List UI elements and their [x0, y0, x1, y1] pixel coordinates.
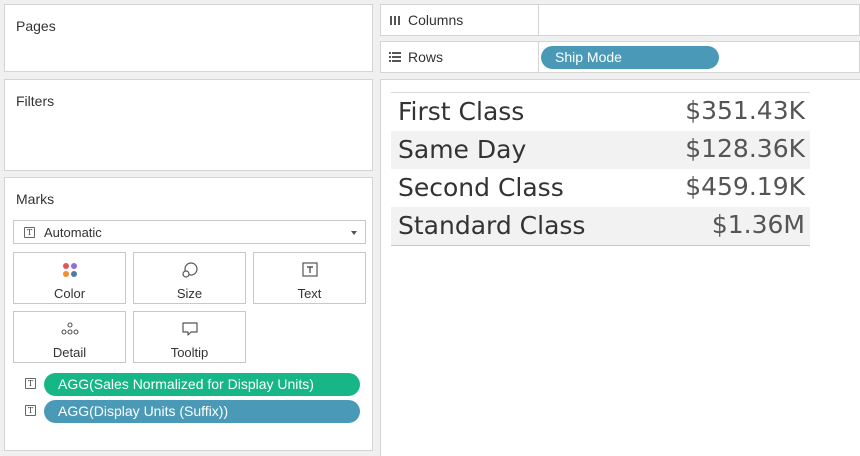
- color-button-label: Color: [53, 286, 86, 301]
- chevron-down-icon[interactable]: [343, 221, 365, 243]
- size-button-label: Size: [176, 286, 203, 301]
- detail-icon: [60, 322, 79, 335]
- pages-card[interactable]: Pages: [4, 4, 373, 72]
- row-header: Second Class: [398, 173, 564, 202]
- mark-field-row: T AGG(Display Units (Suffix)): [25, 400, 365, 423]
- mark-type-dropdown[interactable]: T Automatic: [13, 220, 366, 244]
- table-row[interactable]: Second Class $459.19K: [391, 169, 810, 207]
- ship-mode-pill[interactable]: Ship Mode: [541, 46, 719, 69]
- row-value: $128.36K: [685, 134, 805, 163]
- pages-title: Pages: [16, 18, 56, 34]
- text-table: First Class $351.43K Same Day $128.36K S…: [391, 92, 810, 246]
- filters-title: Filters: [16, 93, 55, 109]
- detail-button-label: Detail: [52, 345, 87, 360]
- filters-card[interactable]: Filters: [4, 79, 373, 171]
- marks-title: Marks: [16, 191, 55, 207]
- size-icon: [181, 262, 198, 278]
- columns-shelf[interactable]: Columns: [380, 4, 860, 36]
- color-dots-icon: [62, 263, 77, 277]
- text-button-label: Text: [297, 286, 322, 301]
- rows-shelf-label: Rows: [381, 42, 539, 72]
- display-units-pill[interactable]: AGG(Display Units (Suffix)): [44, 400, 360, 423]
- rows-label: Rows: [408, 49, 444, 65]
- detail-button[interactable]: Detail: [13, 311, 126, 363]
- rows-icon: [389, 52, 401, 62]
- view-canvas: First Class $351.43K Same Day $128.36K S…: [380, 79, 860, 456]
- rows-shelf[interactable]: Rows Ship Mode: [380, 41, 860, 73]
- table-row[interactable]: Same Day $128.36K: [391, 131, 810, 169]
- row-header: Same Day: [398, 135, 527, 164]
- tooltip-icon: [181, 322, 198, 336]
- row-value: $351.43K: [685, 96, 805, 125]
- row-header: First Class: [398, 97, 525, 126]
- columns-icon: [390, 16, 400, 25]
- mark-field-row: T AGG(Sales Normalized for Display Units…: [25, 373, 365, 396]
- columns-label: Columns: [408, 12, 464, 28]
- marks-card: Marks T Automatic Color Size Text Detail…: [4, 177, 373, 451]
- table-row[interactable]: First Class $351.43K: [391, 93, 810, 131]
- row-header: Standard Class: [398, 211, 586, 240]
- text-icon: [301, 262, 318, 277]
- sales-normalized-pill[interactable]: AGG(Sales Normalized for Display Units): [44, 373, 360, 396]
- text-mark-icon: T: [24, 227, 35, 238]
- color-button[interactable]: Color: [13, 252, 126, 304]
- size-button[interactable]: Size: [133, 252, 246, 304]
- tooltip-button-label: Tooltip: [170, 345, 209, 360]
- text-mark-icon[interactable]: T: [25, 378, 36, 389]
- columns-shelf-label: Columns: [381, 5, 539, 35]
- row-value: $1.36M: [711, 210, 805, 239]
- mark-type-label: Automatic: [44, 225, 102, 240]
- row-value: $459.19K: [685, 172, 805, 201]
- text-mark-icon[interactable]: T: [25, 405, 36, 416]
- tooltip-button[interactable]: Tooltip: [133, 311, 246, 363]
- table-row[interactable]: Standard Class $1.36M: [391, 207, 810, 245]
- text-button[interactable]: Text: [253, 252, 366, 304]
